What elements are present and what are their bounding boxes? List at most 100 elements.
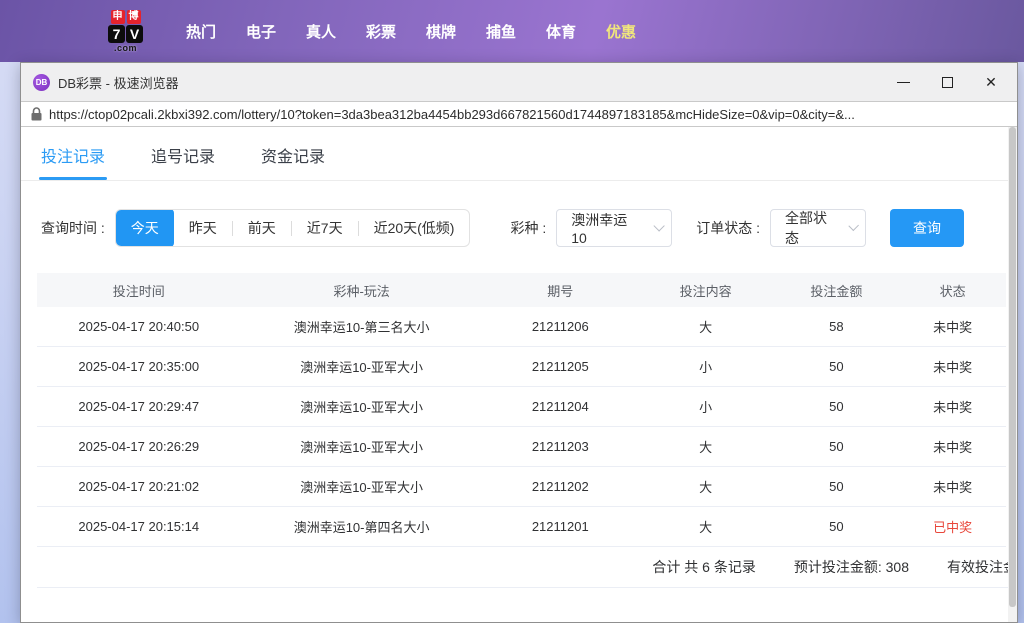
issue-number: 21211201 — [531, 519, 589, 534]
time-option-7days[interactable]: 近7天 — [292, 210, 358, 246]
lottery-select-value: 澳洲幸运10 — [571, 212, 628, 246]
logo-tile-shen: 申 — [110, 9, 125, 24]
maximize-icon — [941, 76, 953, 88]
close-button[interactable]: ✕ — [969, 67, 1013, 97]
table-row[interactable]: 2025-04-17 20:26:29 澳洲幸运10-亚军大小 21211203… — [37, 427, 1006, 467]
nav-item-cards[interactable]: 棋牌 — [411, 21, 471, 42]
issue-number: 21211204 — [531, 399, 589, 414]
order-status-select[interactable]: 全部状态 — [770, 209, 867, 247]
time-option-day-before[interactable]: 前天 — [233, 210, 291, 246]
game-play: 澳洲幸运10-第四名大小 — [293, 520, 430, 535]
lottery-filter-label: 彩种 : — [510, 220, 547, 236]
game-play: 澳洲幸运10-亚军大小 — [300, 440, 423, 455]
bet-time: 2025-04-17 20:15:14 — [78, 519, 200, 534]
status-badge: 未中奖 — [933, 360, 973, 375]
bet-amount: 58 — [829, 319, 844, 334]
status-select-value: 全部状态 — [785, 210, 828, 246]
table-row[interactable]: 2025-04-17 20:15:14 澳洲幸运10-第四名大小 2121120… — [37, 507, 1006, 547]
issue-number: 21211205 — [531, 359, 589, 374]
logo-com-text: .com — [113, 42, 137, 53]
status-badge: 未中奖 — [933, 480, 973, 495]
nav-item-fishing[interactable]: 捕鱼 — [471, 21, 531, 42]
status-filter-label: 订单状态 : — [696, 220, 761, 236]
chevron-down-icon — [653, 220, 666, 232]
tab-bet-records[interactable]: 投注记录 — [38, 143, 108, 180]
bet-amount: 50 — [829, 479, 844, 494]
browser-favicon: DB — [33, 73, 50, 91]
table-row[interactable]: 2025-04-17 20:40:50 澳洲幸运10-第三名大小 2121120… — [37, 307, 1006, 347]
maximize-button[interactable] — [925, 67, 969, 97]
vertical-scrollbar[interactable] — [1008, 127, 1017, 622]
chevron-down-icon — [848, 220, 859, 232]
bet-records-table: 投注时间 彩种-玩法 期号 投注内容 投注金额 状态 2025-04-17 20… — [37, 273, 1006, 547]
bet-amount: 50 — [829, 439, 844, 454]
header-bet-amount: 投注金额 — [810, 283, 863, 299]
url-text[interactable]: https://ctop02pcali.2kbxi392.com/lottery… — [49, 107, 855, 122]
issue-number: 21211202 — [531, 479, 589, 494]
time-option-20days[interactable]: 近20天(低频) — [359, 210, 470, 246]
header-bet-content: 投注内容 — [679, 283, 732, 299]
bet-amount: 50 — [829, 519, 844, 534]
summary-expected-amount: 预计投注金额: 308 — [793, 559, 909, 575]
table-row[interactable]: 2025-04-17 20:29:47 澳洲幸运10-亚军大小 21211204… — [37, 387, 1006, 427]
bet-content: 大 — [699, 320, 713, 335]
bet-time: 2025-04-17 20:35:00 — [78, 359, 200, 374]
lock-icon — [31, 107, 42, 121]
bet-content: 大 — [699, 440, 713, 455]
summary-valid-amount-clipped: 有效投注金 — [947, 559, 1017, 575]
nav-item-sports[interactable]: 体育 — [531, 21, 591, 42]
game-play: 澳洲幸运10-亚军大小 — [300, 400, 423, 415]
header-status: 状态 — [939, 283, 966, 299]
tab-chase-records[interactable]: 追号记录 — [151, 143, 215, 180]
search-button[interactable]: 查询 — [890, 209, 965, 247]
bet-amount: 50 — [829, 399, 844, 414]
scrollbar-thumb[interactable] — [1009, 127, 1016, 608]
bet-content: 大 — [699, 480, 713, 495]
header-issue: 期号 — [547, 283, 574, 299]
issue-number: 21211203 — [531, 439, 589, 454]
nav-item-lottery[interactable]: 彩票 — [351, 21, 411, 42]
minimize-button[interactable] — [881, 67, 925, 97]
minimize-icon — [896, 81, 910, 83]
header-bet-time: 投注时间 — [112, 283, 165, 299]
status-badge: 已中奖 — [933, 520, 973, 535]
window-title: DB彩票 - 极速浏览器 — [58, 75, 179, 91]
bet-content: 小 — [699, 400, 713, 415]
site-logo[interactable]: 申 博 7 V .com — [108, 9, 143, 53]
status-badge: 未中奖 — [933, 440, 973, 455]
bet-content: 大 — [699, 520, 713, 535]
main-nav: 热门 电子 真人 彩票 棋牌 捕鱼 体育 优惠 — [171, 21, 651, 42]
status-badge: 未中奖 — [933, 320, 973, 335]
logo-tile-7: 7 — [108, 24, 125, 43]
page-content: 投注记录 追号记录 资金记录 查询时间 : 今天 昨天 前天 近7天 近20天(… — [21, 127, 1017, 622]
bet-content: 小 — [699, 360, 713, 375]
game-play: 澳洲幸运10-第三名大小 — [293, 320, 430, 335]
time-filter-label: 查询时间 : — [41, 220, 105, 236]
tab-fund-records[interactable]: 资金记录 — [261, 143, 325, 180]
summary-total-count: 合计 共 6 条记录 — [652, 559, 756, 575]
bet-time: 2025-04-17 20:26:29 — [78, 439, 200, 454]
filter-row: 查询时间 : 今天 昨天 前天 近7天 近20天(低频) 彩种 : 澳洲幸运10… — [21, 181, 1017, 271]
promo-topbar: 申 博 7 V .com 热门 电子 真人 彩票 棋牌 捕鱼 体育 优惠 — [0, 0, 1024, 62]
status-badge: 未中奖 — [933, 400, 973, 415]
address-bar[interactable]: https://ctop02pcali.2kbxi392.com/lottery… — [21, 101, 1017, 127]
bet-time: 2025-04-17 20:40:50 — [78, 319, 200, 334]
table-row[interactable]: 2025-04-17 20:21:02 澳洲幸运10-亚军大小 21211202… — [37, 467, 1006, 507]
logo-tile-v: V — [126, 24, 143, 43]
nav-item-slots[interactable]: 电子 — [231, 21, 291, 42]
bet-amount: 50 — [829, 359, 844, 374]
nav-item-promo[interactable]: 优惠 — [591, 21, 651, 42]
summary-row: 合计 共 6 条记录 预计投注金额: 308 有效投注金 — [37, 547, 1017, 588]
time-filter-group: 今天 昨天 前天 近7天 近20天(低频) — [114, 209, 471, 247]
time-option-yesterday[interactable]: 昨天 — [174, 210, 232, 246]
nav-item-live[interactable]: 真人 — [291, 21, 351, 42]
table-header-row: 投注时间 彩种-玩法 期号 投注内容 投注金额 状态 — [37, 273, 1006, 307]
nav-item-hot[interactable]: 热门 — [171, 21, 231, 42]
window-titlebar[interactable]: DB DB彩票 - 极速浏览器 ✕ — [21, 63, 1017, 101]
logo-mid-tiles: 7 V — [108, 24, 143, 43]
logo-top-tiles: 申 博 — [110, 9, 141, 24]
lottery-select[interactable]: 澳洲幸运10 — [556, 209, 673, 247]
bet-time: 2025-04-17 20:21:02 — [78, 479, 200, 494]
table-row[interactable]: 2025-04-17 20:35:00 澳洲幸运10-亚军大小 21211205… — [37, 347, 1006, 387]
time-option-today[interactable]: 今天 — [115, 210, 174, 246]
